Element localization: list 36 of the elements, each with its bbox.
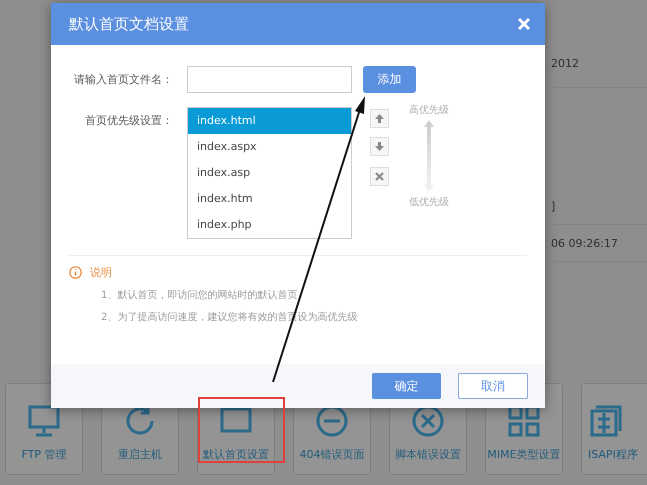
grid-icon — [508, 406, 540, 436]
double-arrow-icon — [423, 119, 435, 193]
priority-text: 高优先级 — [409, 104, 449, 117]
move-up-button[interactable] — [370, 109, 389, 128]
dialog-title: 默认首页文档设置 — [69, 14, 189, 34]
priority-text: 低优先级 — [409, 196, 449, 209]
list-item[interactable]: index.htm — [188, 186, 351, 212]
filename-field[interactable] — [187, 66, 352, 93]
error-page-icon — [316, 406, 348, 436]
table-text: ] — [551, 200, 556, 212]
table-text: 06 09:26:17 — [551, 236, 618, 250]
window-icon — [220, 408, 252, 432]
delete-button[interactable] — [370, 167, 389, 186]
confirm-button[interactable]: 确定 — [372, 373, 441, 399]
note-title: 说明 — [90, 265, 112, 280]
list-item[interactable]: index.asp — [188, 160, 351, 186]
close-icon[interactable] — [517, 17, 531, 31]
note-text: 1、默认首页，即访问您的网站时的默认首页 — [101, 288, 298, 302]
info-icon — [69, 266, 82, 279]
move-down-button[interactable] — [370, 137, 389, 156]
list-item[interactable]: index.php — [188, 212, 351, 238]
up-arrow-icon — [374, 113, 385, 124]
down-arrow-icon — [374, 141, 385, 152]
close-icon — [374, 171, 385, 182]
monitor-icon — [28, 406, 60, 436]
feature-tile[interactable]: ISAPI程序 — [581, 383, 647, 475]
refresh-icon — [126, 406, 154, 434]
table-text: 2012 — [551, 57, 579, 70]
close-circle-icon — [412, 406, 444, 436]
list-item[interactable]: index.aspx — [188, 134, 351, 160]
cancel-button[interactable]: 取消 — [458, 373, 528, 399]
list-item[interactable]: index.html — [188, 108, 351, 134]
stacked-grid-icon — [590, 406, 622, 436]
add-button[interactable]: 添加 — [363, 66, 416, 93]
field-label: 首页优先级设置： — [84, 113, 174, 128]
field-label: 请输入首页文件名： — [73, 72, 174, 87]
